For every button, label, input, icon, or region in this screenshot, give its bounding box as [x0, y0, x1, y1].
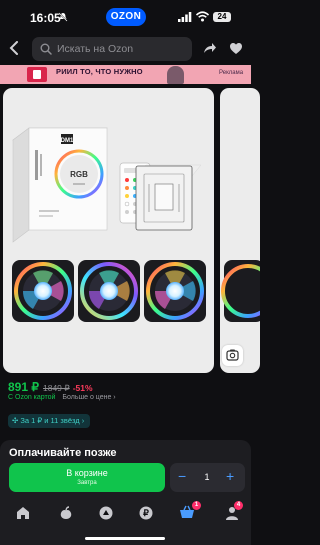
box-brand-text: DM1	[61, 138, 74, 144]
tab-bank-icon[interactable]: ₽	[138, 505, 154, 521]
rgb-fan-2	[78, 260, 140, 322]
tab-ozon-global-icon[interactable]	[98, 505, 114, 521]
in-cart-button[interactable]: В корзине Завтра	[9, 463, 165, 492]
camera-search-icon	[226, 349, 239, 361]
back-arrow-icon[interactable]	[9, 41, 19, 55]
ozon-card-row: С Ozon картой Больше о цене ›	[8, 394, 116, 401]
rgb-fan-3	[144, 260, 206, 322]
banner-headline: РИИЛ ТО, ЧТО НУЖНО	[56, 67, 143, 76]
tab-fresh-icon[interactable]	[58, 505, 74, 521]
quantity-stepper[interactable]: − 1 +	[170, 463, 245, 492]
rgb-fan-1	[12, 260, 74, 322]
points-offer-chip[interactable]: ✣ За 1 ₽ и 11 звёзд ›	[8, 414, 91, 428]
box-rgb-text: RGB	[70, 170, 88, 179]
heart-favorite-icon[interactable]	[229, 42, 243, 55]
product-image-card[interactable]: DM1 RGB	[3, 88, 214, 373]
price-row: 891 ₽ 1849 ₽ -51%	[8, 378, 93, 394]
search-placeholder: Искать на Ozon	[57, 43, 134, 55]
ozon-card-label: С Ozon картой	[8, 394, 56, 401]
next-image-card[interactable]	[220, 88, 260, 373]
more-about-price-link[interactable]: Больше о цене ›	[62, 394, 115, 401]
search-header: Искать на Ozon	[0, 35, 251, 63]
battery-indicator: 24	[213, 12, 231, 22]
promo-banner[interactable]: РИИЛ ТО, ЧТО НУЖНО Реклама	[0, 65, 251, 84]
status-bar: 16:05 OZON 24	[0, 0, 251, 34]
search-icon	[40, 43, 52, 55]
product-photo: DM1 RGB	[12, 127, 206, 322]
wifi-icon	[196, 11, 209, 22]
status-time: 16:05	[30, 11, 61, 25]
cart-badge: 1	[192, 501, 201, 510]
home-indicator	[85, 537, 165, 540]
banner-ad-label: Реклама	[219, 70, 244, 76]
search-input[interactable]: Искать на Ozon	[32, 37, 192, 61]
old-price: 1849 ₽	[43, 383, 70, 393]
decrease-quantity-button[interactable]: −	[178, 469, 186, 483]
tab-home-icon[interactable]	[15, 505, 31, 521]
quantity-value: 1	[204, 472, 210, 482]
cellular-signal-icon	[178, 12, 192, 22]
delivery-date: Завтра	[77, 480, 97, 486]
svg-text:₽: ₽	[143, 508, 149, 518]
increase-quantity-button[interactable]: +	[226, 469, 234, 483]
banner-person-image	[167, 66, 184, 84]
in-cart-label: В корзине	[66, 468, 108, 478]
banner-logo	[27, 67, 47, 82]
ozon-logo-pill: OZON	[106, 8, 146, 26]
current-price: 891 ₽	[8, 380, 39, 394]
bell-muted-icon	[58, 12, 68, 22]
find-similar-button[interactable]	[222, 345, 243, 366]
pay-later-title[interactable]: Оплачивайте позже	[9, 447, 117, 459]
profile-badge: 4	[234, 501, 243, 510]
share-icon[interactable]	[203, 42, 217, 54]
discount-badge: -51%	[72, 383, 93, 393]
points-offer-text: За 1 ₽ и 11 звёзд ›	[20, 416, 85, 425]
